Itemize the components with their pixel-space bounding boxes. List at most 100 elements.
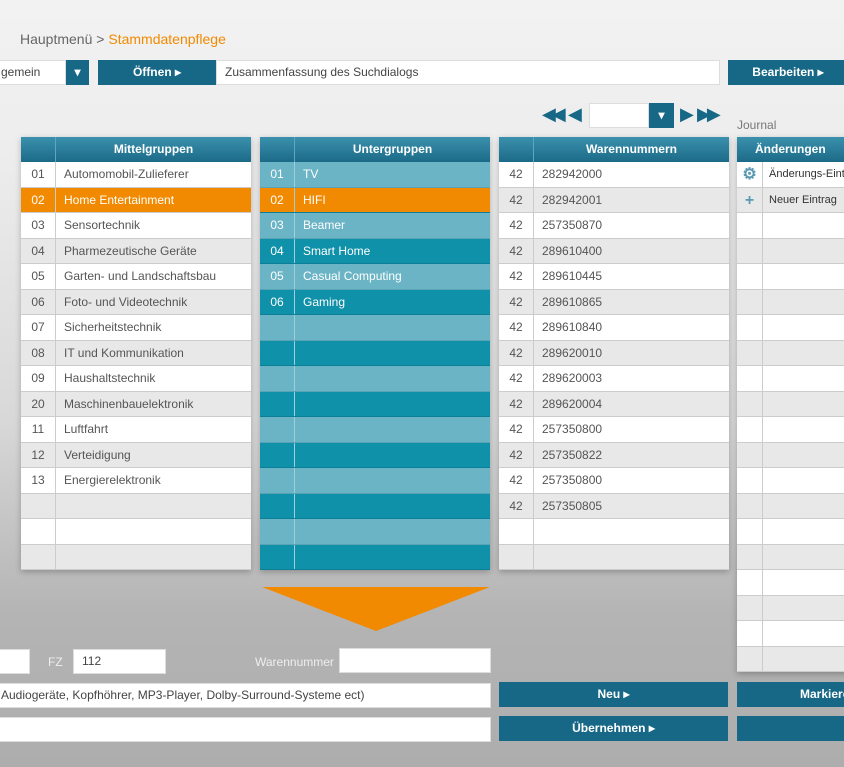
list-item[interactable]: 06 Foto- und Videotechnik — [21, 289, 251, 315]
list-item[interactable] — [260, 519, 490, 545]
list-item[interactable] — [260, 417, 490, 443]
list-item[interactable]: 07 Sicherheitstechnik — [21, 315, 251, 341]
list-item[interactable]: 08 IT und Kommunikation — [21, 340, 251, 366]
new-button[interactable]: Neu ▸ — [499, 682, 728, 707]
chevron-down-icon[interactable]: ▾ — [66, 60, 89, 85]
list-item[interactable]: 12 Verteidigung — [21, 442, 251, 468]
apply-label: Übernehmen — [572, 721, 646, 735]
warennummer-input[interactable] — [339, 648, 491, 673]
item-code: 11 — [21, 417, 56, 442]
list-item[interactable]: 42 282942000 — [499, 162, 729, 188]
item-code — [260, 519, 295, 544]
list-item[interactable] — [260, 366, 490, 392]
list-item[interactable] — [260, 493, 490, 519]
item-code: 42 — [499, 289, 534, 314]
list-item[interactable]: 05 Garten- und Landschaftsbau — [21, 264, 251, 290]
list-item[interactable]: 03 Beamer — [260, 213, 490, 239]
list-item[interactable]: 01 Automomobil-Zulieferer — [21, 162, 251, 188]
list-item — [737, 570, 844, 596]
list-item[interactable] — [499, 519, 729, 545]
list-item[interactable]: 11 Luftfahrt — [21, 417, 251, 443]
page-select[interactable] — [589, 103, 649, 128]
item-code: 05 — [260, 264, 295, 289]
list-item[interactable]: 42 289610840 — [499, 315, 729, 341]
list-item[interactable]: 09 Haushaltstechnik — [21, 366, 251, 392]
next-page-icon[interactable]: ▶ — [680, 104, 694, 125]
breadcrumb-root[interactable]: Hauptmenü — [20, 31, 92, 47]
list-item[interactable]: 04 Pharmezeutische Geräte — [21, 238, 251, 264]
list-item — [737, 544, 844, 570]
list-item[interactable]: 06 Gaming — [260, 289, 490, 315]
list-item[interactable]: 42 257350805 — [499, 493, 729, 519]
list-item[interactable] — [260, 391, 490, 417]
list-item[interactable]: 13 Energierelektronik — [21, 468, 251, 494]
mark-button[interactable]: Markieren — [737, 682, 844, 707]
edit-button[interactable]: Bearbeiten ▸ — [728, 60, 844, 85]
list-item[interactable] — [499, 544, 729, 570]
item-code: 01 — [21, 162, 56, 187]
item-code — [260, 417, 295, 442]
item-code: 42 — [499, 264, 534, 289]
line2-input[interactable] — [0, 717, 491, 742]
list-item[interactable]: ⚙ Änderungs-Eintrag — [737, 162, 844, 188]
fz-input[interactable]: 112 — [73, 649, 166, 674]
apply-button[interactable]: Übernehmen ▸ — [499, 716, 728, 741]
item-code: 42 — [499, 417, 534, 442]
open-button[interactable]: Öffnen ▸ — [98, 60, 216, 85]
list-item[interactable]: 42 257350822 — [499, 442, 729, 468]
list-item[interactable] — [260, 544, 490, 570]
list-item[interactable]: 42 257350800 — [499, 417, 729, 443]
fz-label: FZ — [48, 655, 63, 669]
list-item[interactable]: 42 289620010 — [499, 340, 729, 366]
item-label: 257350805 — [542, 498, 603, 513]
list-item[interactable] — [21, 493, 251, 519]
prev-page-icon[interactable]: ◀ — [568, 104, 582, 125]
item-label — [295, 341, 490, 366]
list-item[interactable] — [260, 315, 490, 341]
list-item[interactable] — [260, 468, 490, 494]
search-summary-input[interactable]: Zusammenfassung des Suchdialogs — [216, 60, 720, 85]
extra-button[interactable] — [737, 716, 844, 741]
item-label: 282942001 — [542, 192, 603, 207]
description-input[interactable]: Audiogeräte, Kopfhöhrer, MP3-Player, Dol… — [0, 683, 491, 708]
list-item[interactable]: 42 289620003 — [499, 366, 729, 392]
list-item[interactable]: 42 289610400 — [499, 238, 729, 264]
last-page-icon[interactable]: ▶▶ — [697, 104, 721, 125]
item-label: 257350800 — [542, 422, 603, 436]
list-item[interactable]: 03 Sensortechnik — [21, 213, 251, 239]
list-item[interactable]: 42 289620004 — [499, 391, 729, 417]
list-item[interactable]: 02 HIFI — [260, 187, 490, 213]
list-item[interactable]: 42 289610865 — [499, 289, 729, 315]
list-item[interactable]: 42 289610445 — [499, 264, 729, 290]
field-input[interactable] — [0, 649, 30, 674]
list-item[interactable]: 02 Home Entertainment — [21, 187, 251, 213]
list-item[interactable] — [21, 519, 251, 545]
warennummern-header: Warennummern — [586, 142, 677, 156]
list-item[interactable]: 42 257350800 — [499, 468, 729, 494]
list-item[interactable]: 42 257350870 — [499, 213, 729, 239]
item-label: Änderungs-Eintrag — [769, 168, 844, 180]
list-item[interactable] — [21, 544, 251, 570]
warennummer-label: Warennummer — [255, 655, 334, 669]
item-label: Gaming — [303, 294, 346, 309]
item-code: 20 — [21, 391, 56, 416]
chevron-down-icon[interactable]: ▾ — [649, 103, 674, 128]
list-item[interactable]: 20 Maschinenbauelektronik — [21, 391, 251, 417]
list-item[interactable]: 42 282942001 — [499, 187, 729, 213]
item-label: HIFI — [303, 192, 326, 207]
category-select[interactable]: gemein — [0, 60, 66, 85]
list-item[interactable]: 04 Smart Home — [260, 238, 490, 264]
item-code: 42 — [499, 442, 534, 467]
item-label: Beamer — [303, 218, 346, 232]
list-item[interactable]: 01 TV — [260, 162, 490, 188]
item-label: Smart Home — [303, 243, 371, 258]
list-item[interactable]: 05 Casual Computing — [260, 264, 490, 290]
first-page-icon[interactable]: ◀◀ — [542, 104, 566, 125]
list-item[interactable]: + Neuer Eintrag — [737, 187, 844, 213]
list-item[interactable] — [260, 340, 490, 366]
arrow-down-icon — [262, 587, 490, 631]
list-item[interactable] — [260, 442, 490, 468]
item-label — [534, 545, 729, 570]
item-label — [295, 366, 490, 391]
item-code — [260, 315, 295, 340]
